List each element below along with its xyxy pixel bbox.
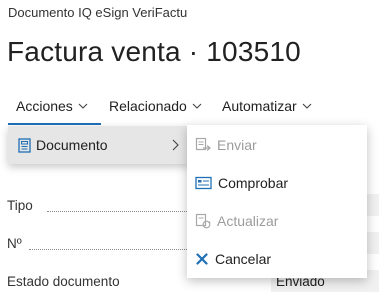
menu-item-actualizar-label: Actualizar	[217, 213, 279, 229]
field-estado: Estado documento	[7, 274, 197, 289]
automatizar-label: Automatizar	[222, 98, 297, 114]
chevron-right-icon	[172, 139, 179, 151]
field-no-label: Nº	[7, 236, 22, 251]
menu-item-cancelar-label: Cancelar	[215, 251, 272, 267]
page-title: Factura venta · 103510	[7, 36, 301, 67]
acciones-label: Acciones	[16, 98, 73, 114]
breadcrumb: Documento IQ eSign VeriFactu	[8, 5, 188, 20]
acciones-dropdown: Documento	[8, 126, 190, 164]
menu-item-comprobar[interactable]: Comprobar	[195, 175, 288, 191]
acciones-menu-button[interactable]: Acciones	[16, 98, 88, 114]
chevron-down-icon	[78, 103, 88, 109]
automatizar-menu-button[interactable]: Automatizar	[222, 98, 312, 114]
update-document-icon	[195, 213, 211, 229]
active-tab-indicator	[8, 123, 101, 125]
menu-item-documento-label: Documento	[36, 137, 108, 153]
menu-item-documento-content: Documento	[18, 137, 108, 153]
field-no: Nº	[7, 236, 197, 251]
action-bar: Acciones Relacionado Automatizar	[0, 88, 379, 126]
cancel-x-icon	[196, 253, 208, 265]
document-icon	[18, 137, 31, 153]
check-card-icon	[195, 176, 212, 190]
chevron-down-icon	[302, 103, 312, 109]
menu-item-cancelar[interactable]: Cancelar	[195, 251, 271, 267]
field-leader-dots	[29, 248, 197, 250]
field-estado-label: Estado documento	[7, 274, 120, 289]
menu-item-comprobar-label: Comprobar	[218, 175, 289, 191]
chevron-down-icon	[192, 103, 202, 109]
field-tipo: Tipo	[7, 198, 197, 213]
menu-item-enviar[interactable]: Enviar	[195, 137, 257, 153]
relacionado-menu-button[interactable]: Relacionado	[109, 98, 202, 114]
documento-submenu: Enviar Comprobar Actualizar Cancelar	[187, 125, 367, 278]
menu-item-actualizar[interactable]: Actualizar	[195, 213, 278, 229]
field-leader-dots	[47, 210, 197, 212]
send-document-icon	[195, 137, 211, 151]
field-tipo-label: Tipo	[7, 198, 33, 213]
relacionado-label: Relacionado	[109, 98, 187, 114]
menu-item-enviar-label: Enviar	[217, 137, 257, 153]
